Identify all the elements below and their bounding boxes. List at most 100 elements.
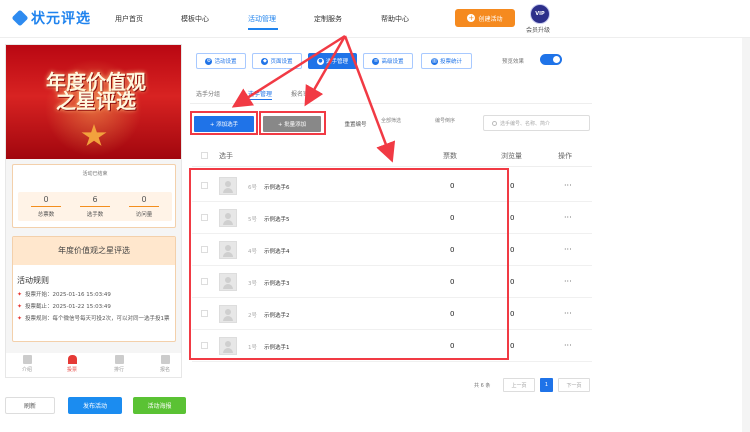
- player-search-input[interactable]: 选手编号、名称、简介: [483, 115, 590, 131]
- create-activity-label: 创建活动: [478, 15, 503, 23]
- tab-signup-review[interactable]: 报名审核: [291, 89, 315, 98]
- previous-page-button[interactable]: 上一页: [503, 378, 535, 392]
- nav-help-center[interactable]: 帮助中心: [381, 14, 409, 24]
- player-management-button[interactable]: ● 选手管理: [308, 53, 357, 69]
- top-navigation: 状元评选 用户首页 模板中心 活动管理 定制服务 帮助中心 + 创建活动 VIP…: [0, 0, 750, 38]
- stat-divider: [80, 206, 110, 207]
- row-more-actions[interactable]: ···: [564, 213, 572, 222]
- tab-player-groups[interactable]: 选手分组: [196, 89, 220, 98]
- activity-stats-card: 活动已结束 0 总票数 6 选手数 0 访问量: [12, 164, 176, 228]
- page-settings-button[interactable]: ◆ 页面设置: [252, 53, 302, 69]
- pagination-total: 共 6 条: [474, 383, 491, 389]
- select-all-checkbox[interactable]: [201, 152, 208, 159]
- logo[interactable]: 状元评选: [11, 8, 91, 28]
- logo-icon: [11, 9, 29, 27]
- actions-column-header: 操作: [558, 152, 572, 160]
- visit-count-value: 0: [141, 195, 147, 204]
- chart-icon: ▥: [430, 57, 438, 65]
- player-views: 0: [510, 278, 515, 286]
- tab-signup[interactable]: 报名: [150, 355, 180, 373]
- page-scrollbar[interactable]: [742, 38, 750, 432]
- nav-template-center[interactable]: 模板中心: [181, 14, 209, 24]
- sliders-icon: ≡: [372, 57, 380, 65]
- row-more-actions[interactable]: ···: [564, 309, 572, 318]
- preview-label: 预览效果: [502, 59, 525, 65]
- players-table-header: 选手 票数 浏览量 操作: [192, 145, 592, 167]
- activity-poster-button[interactable]: 活动海报: [133, 397, 186, 414]
- player-count-value: 6: [92, 195, 98, 204]
- player-views: 0: [510, 182, 515, 190]
- search-icon: [492, 120, 497, 126]
- advanced-settings-button[interactable]: ≡ 高级设置: [363, 53, 413, 69]
- create-activity-button[interactable]: + 创建活动: [455, 9, 515, 27]
- vip-icon[interactable]: VIP: [530, 4, 550, 24]
- visit-count-label: 访问量: [135, 212, 153, 218]
- nav-custom-service[interactable]: 定制服务: [314, 14, 342, 24]
- vote-statistics-button[interactable]: ▥ 投票统计: [421, 53, 472, 69]
- player-count-stat: 6 选手数: [70, 195, 120, 218]
- mobile-bottom-tabs: 介绍 投票 排行 报名: [6, 353, 181, 377]
- total-votes-label: 总票数: [37, 212, 55, 218]
- batch-add-highlight: [259, 111, 326, 135]
- activity-status: 活动已结束: [82, 171, 108, 177]
- rules-card-title: 年度价值观之星评选: [13, 237, 175, 265]
- current-page-button[interactable]: 1: [540, 378, 553, 392]
- renumber-button[interactable]: 重置编号: [334, 116, 377, 132]
- tab-introduction[interactable]: 介绍: [12, 355, 42, 373]
- rule-item: ✦ 投票开始：2025-01-16 15:03:49: [17, 291, 111, 298]
- tab-ranking[interactable]: 排行: [104, 355, 134, 373]
- stat-divider: [31, 206, 61, 207]
- mobile-preview-panel: 年度价值观 之星评选 活动已结束 0 总票数 6 选手数 0 访问量 年度价值观…: [5, 44, 182, 378]
- refresh-button[interactable]: 刷新: [5, 397, 55, 414]
- preview-toggle[interactable]: [540, 54, 562, 65]
- players-table-highlight: [189, 168, 509, 360]
- vip-upgrade-label[interactable]: 会员升级: [526, 25, 550, 34]
- player-views: 0: [510, 246, 515, 254]
- page-icon: ◆: [261, 57, 269, 65]
- player-views: 0: [510, 310, 515, 318]
- rule-bullet-icon: ✦: [17, 291, 23, 298]
- gear-icon: ⚙: [205, 57, 213, 65]
- activity-poster: 年度价值观 之星评选: [6, 45, 181, 159]
- stats-strip: 0 总票数 6 选手数 0 访问量: [18, 192, 172, 221]
- toolbar-divider: [190, 103, 592, 104]
- row-more-actions[interactable]: ···: [564, 277, 572, 286]
- sort-dropdown[interactable]: 编号倒序: [435, 117, 455, 124]
- stat-divider: [129, 206, 159, 207]
- active-subtab-underline: [250, 99, 272, 100]
- rules-card: 年度价值观之星评选 活动规则 ✦ 投票开始：2025-01-16 15:03:49…: [12, 236, 176, 342]
- rule-item: ✦ 投票截止：2025-01-22 15:03:49: [17, 303, 111, 310]
- tab-vote[interactable]: 投票: [57, 355, 87, 373]
- nav-activity-management[interactable]: 活动管理: [248, 14, 276, 24]
- player-column-header: 选手: [219, 152, 233, 160]
- document-icon: [22, 355, 32, 364]
- logo-text: 状元评选: [31, 11, 91, 27]
- rule-bullet-icon: ✦: [17, 315, 23, 322]
- rule-item: ✦ 投票规则：每个微信号每天可投2次，可以对同一选手投1票: [17, 315, 170, 322]
- row-more-actions[interactable]: ···: [564, 245, 572, 254]
- views-column-header: 浏览量: [501, 152, 522, 160]
- player-count-label: 选手数: [86, 212, 104, 218]
- next-page-button[interactable]: 下一页: [558, 378, 590, 392]
- poster-title-line-2: 之星评选: [56, 89, 136, 113]
- tab-player-management[interactable]: 选手管理: [248, 89, 272, 98]
- player-views: 0: [510, 342, 515, 350]
- votes-column-header: 票数: [443, 152, 457, 160]
- rule-bullet-icon: ✦: [17, 303, 23, 310]
- publish-activity-button[interactable]: 发布活动: [68, 397, 122, 414]
- nav-active-underline: [248, 28, 278, 30]
- row-more-actions[interactable]: ···: [564, 341, 572, 350]
- add-player-highlight: [190, 111, 258, 135]
- rules-heading: 活动规则: [17, 276, 49, 285]
- total-votes-value: 0: [43, 195, 49, 204]
- filter-dropdown[interactable]: 全部筛选: [381, 117, 401, 124]
- toggle-knob: [553, 56, 560, 63]
- visit-count-stat: 0 访问量: [119, 195, 169, 218]
- users-icon: ●: [316, 57, 324, 65]
- row-more-actions[interactable]: ···: [564, 181, 572, 190]
- activity-settings-button[interactable]: ⚙ 活动设置: [196, 53, 246, 69]
- home-icon: [67, 355, 77, 364]
- nav-home[interactable]: 用户首页: [115, 14, 143, 24]
- star-icon: [81, 124, 107, 146]
- player-views: 0: [510, 214, 515, 222]
